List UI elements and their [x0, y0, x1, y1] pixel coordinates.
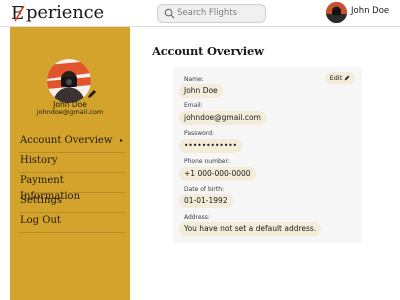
sidebar-item-label: Account Overview	[20, 135, 113, 146]
sidebar-item-settings[interactable]: Settings	[19, 193, 125, 213]
logo[interactable]: E perience	[11, 1, 104, 25]
email-value: johndoe@gmail.com	[179, 111, 266, 125]
edit-avatar-icon[interactable]	[87, 89, 97, 99]
address-label: Address:	[184, 214, 210, 221]
dob-label: Date of birth:	[184, 186, 225, 193]
logo-e-mark: E	[11, 1, 26, 25]
sidebar-item-label: History	[20, 155, 58, 166]
sidebar-item-label: Settings	[20, 195, 62, 206]
name-label: Name:	[184, 76, 204, 83]
profile-avatar[interactable]	[47, 59, 91, 103]
search-icon	[164, 8, 175, 19]
chevron-right-icon: ▸	[119, 137, 123, 144]
name-value: John Doe	[179, 84, 223, 98]
profile-email: johndoe@gmail.com	[36, 108, 104, 116]
search-input[interactable]	[177, 6, 261, 20]
edit-button-label: Edit	[329, 74, 343, 82]
password-label: Password:	[184, 130, 215, 137]
dob-value: 01-01-1992	[179, 194, 233, 208]
sidebar-item-account-overview[interactable]: Account Overview ▸	[19, 133, 125, 153]
logo-initial: E	[11, 4, 24, 22]
search-bar[interactable]	[157, 4, 266, 23]
sidebar: John Doe johndoe@gmail.com Account Overv…	[10, 27, 130, 300]
account-details-card: Edit Name: John Doe Email: johndoe@gmail…	[173, 67, 362, 243]
password-value: ••••••••••••	[179, 139, 243, 153]
sidebar-item-payment-information[interactable]: Payment Information	[19, 173, 125, 202]
phone-value: +1 000-000-0000	[179, 167, 256, 181]
email-label: Email:	[184, 102, 203, 109]
sidebar-item-log-out[interactable]: Log Out	[19, 213, 125, 233]
sidebar-menu: Account Overview ▸ History Payment Infor…	[19, 133, 125, 233]
address-value: You have not set a default address.	[179, 222, 322, 236]
user-name: John Doe	[351, 6, 390, 16]
avatar[interactable]	[326, 2, 347, 23]
edit-button[interactable]: Edit	[326, 72, 354, 84]
pencil-icon	[344, 75, 350, 80]
sidebar-item-label: Log Out	[20, 215, 61, 226]
logo-text: perience	[26, 2, 104, 23]
phone-label: Phone number:	[184, 158, 230, 165]
sidebar-item-history[interactable]: History	[19, 153, 125, 173]
page-title: Account Overview	[152, 44, 264, 58]
top-bar: E perience John Doe	[0, 0, 400, 27]
